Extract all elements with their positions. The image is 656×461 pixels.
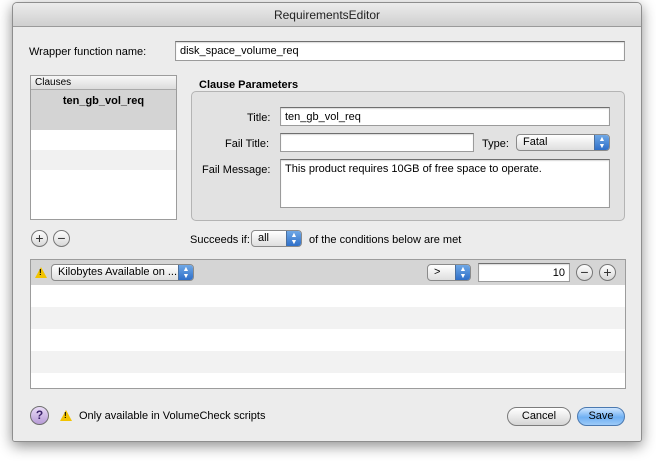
remove-clause-button[interactable]: − [53, 230, 70, 247]
add-clause-button[interactable]: + [31, 230, 48, 247]
succeeds-if-value: all [258, 232, 270, 244]
clauses-header[interactable]: Clauses [31, 76, 176, 90]
window-title: RequirementsEditor [13, 3, 641, 27]
empty-condition-row [31, 351, 625, 373]
conditions-table: ! Kilobytes Available on ... ▲ ▼ > ▲ ▼ 10 … [30, 259, 626, 389]
popup-arrows-icon: ▲ ▼ [178, 265, 193, 280]
empty-list-row [31, 130, 176, 150]
fail-title-field[interactable] [280, 133, 474, 152]
remove-condition-button[interactable]: − [576, 264, 593, 281]
requirements-editor-window: RequirementsEditor Wrapper function name… [12, 2, 642, 442]
clause-parameters-title: Clause Parameters [199, 79, 299, 91]
add-condition-button[interactable]: + [599, 264, 616, 281]
window-content: Wrapper function name: disk_space_volume… [13, 27, 641, 441]
fail-title-label: Fail Title: [225, 138, 270, 150]
help-button[interactable]: ? [30, 406, 49, 425]
empty-list-row [31, 150, 176, 170]
empty-condition-row [31, 329, 625, 351]
cancel-button[interactable]: Cancel [507, 407, 571, 426]
wrapper-function-label: Wrapper function name: [29, 46, 147, 58]
empty-condition-row [31, 307, 625, 329]
type-popup-value: Fatal [523, 136, 548, 148]
empty-condition-row [31, 285, 625, 307]
condition-value-field[interactable]: 10 [478, 263, 570, 282]
empty-list-row [31, 170, 176, 190]
title-label: Title: [247, 112, 271, 124]
popup-arrows-icon: ▲ ▼ [455, 265, 470, 280]
succeeds-if-popup[interactable]: all ▲ ▼ [251, 230, 302, 247]
condition-field-value: Kilobytes Available on ... [58, 266, 178, 278]
condition-operator-popup[interactable]: > ▲ ▼ [427, 264, 471, 281]
title-field[interactable]: ten_gb_vol_req [280, 107, 610, 126]
save-button[interactable]: Save [577, 407, 625, 426]
condition-operator-value: > [434, 266, 441, 278]
fail-message-field[interactable]: This product requires 10GB of free space… [280, 159, 610, 208]
succeeds-if-label: Succeeds if: [190, 234, 250, 246]
wrapper-function-field[interactable]: disk_space_volume_req [175, 41, 625, 61]
warning-icon: ! [60, 410, 72, 421]
clause-item-ten-gb-vol-req[interactable]: ten_gb_vol_req [31, 90, 176, 130]
fail-message-label: Fail Message: [202, 164, 271, 176]
warning-icon: ! [35, 267, 47, 278]
type-popup[interactable]: Fatal ▲ ▼ [516, 134, 610, 151]
clauses-list: Clauses ten_gb_vol_req [30, 75, 177, 220]
conditions-suffix-label: of the conditions below are met [309, 234, 462, 246]
popup-arrows-icon: ▲ ▼ [286, 231, 301, 246]
volumecheck-note: Only available in VolumeCheck scripts [79, 410, 266, 422]
condition-field-popup[interactable]: Kilobytes Available on ... ▲ ▼ [51, 264, 194, 281]
empty-condition-row [31, 373, 625, 388]
popup-arrows-icon: ▲ ▼ [594, 135, 609, 150]
condition-row: ! Kilobytes Available on ... ▲ ▼ > ▲ ▼ 10 … [31, 260, 625, 285]
type-label: Type: [482, 138, 509, 150]
